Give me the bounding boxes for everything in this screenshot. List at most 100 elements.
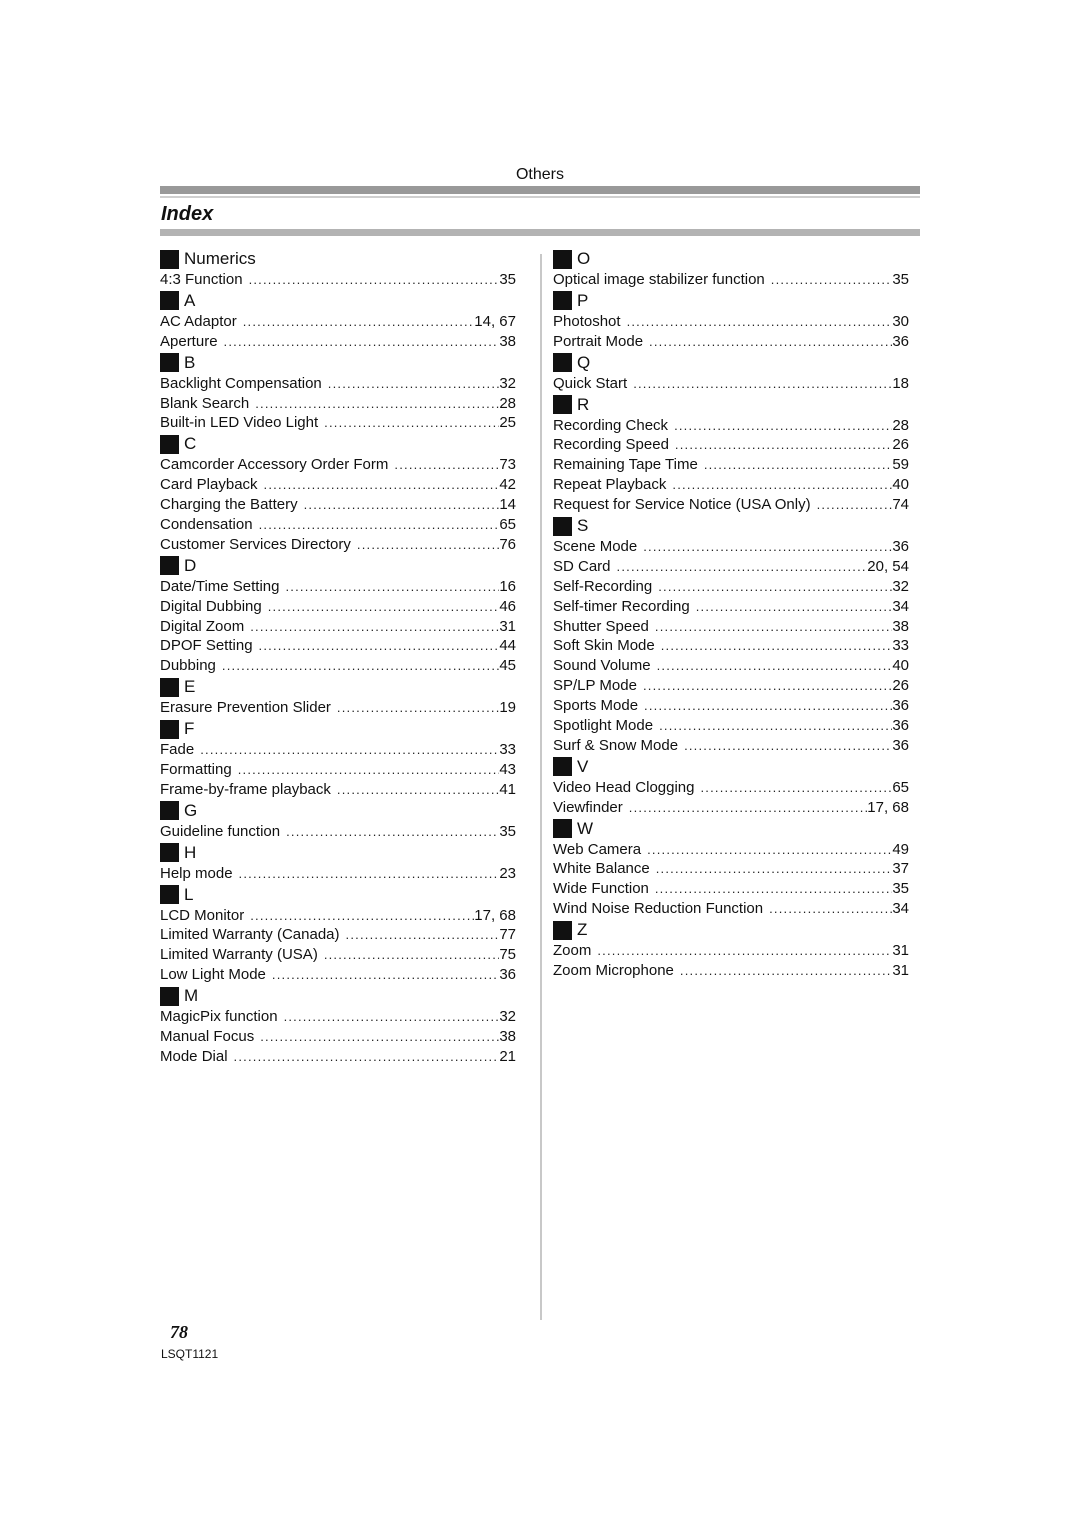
index-group-heading: Numerics bbox=[160, 248, 516, 270]
index-group-heading: M bbox=[160, 985, 516, 1007]
entry-page-ref: 65 bbox=[499, 516, 516, 534]
black-square-bullet-icon bbox=[160, 801, 179, 821]
index-entry: Limited Warranty (Canada) 77 bbox=[160, 925, 516, 945]
entry-page-ref: 44 bbox=[499, 637, 516, 655]
dot-leader bbox=[284, 1007, 500, 1027]
entry-name: Guideline function bbox=[160, 822, 281, 840]
entry-page-ref: 32 bbox=[499, 1008, 516, 1026]
index-entry: Zoom 31 bbox=[553, 941, 909, 961]
dot-leader bbox=[357, 535, 499, 555]
index-group-heading: O bbox=[553, 248, 909, 270]
index-group-heading: W bbox=[553, 818, 909, 840]
index-entry: Scene Mode 36 bbox=[553, 537, 909, 557]
black-square-bullet-icon bbox=[160, 291, 179, 311]
dot-leader bbox=[286, 577, 500, 597]
entry-name: Card Playback bbox=[160, 476, 258, 494]
entry-page-ref: 59 bbox=[892, 456, 909, 474]
entry-page-ref: 36 bbox=[499, 966, 516, 984]
dot-leader bbox=[239, 864, 500, 884]
group-letter: Z bbox=[577, 920, 588, 940]
dot-leader bbox=[680, 961, 892, 981]
black-square-bullet-icon bbox=[160, 986, 179, 1006]
document-code: LSQT1121 bbox=[161, 1347, 219, 1361]
dot-leader bbox=[627, 312, 893, 332]
entry-page-ref: 40 bbox=[892, 657, 909, 675]
entry-page-ref: 45 bbox=[499, 657, 516, 675]
group-letter: W bbox=[577, 818, 594, 838]
index-entry: LCD Monitor 17, 68 bbox=[160, 906, 516, 926]
entry-name: Request for Service Notice (USA Only) bbox=[553, 496, 811, 514]
section-label: Others bbox=[515, 166, 564, 183]
index-entry: Frame-by-frame playback 41 bbox=[160, 780, 516, 800]
black-square-bullet-icon bbox=[553, 920, 572, 940]
entry-name: Sports Mode bbox=[553, 697, 639, 715]
entry-page-ref: 43 bbox=[499, 761, 516, 779]
entry-name: DPOF Setting bbox=[160, 637, 253, 655]
entry-name: Shutter Speed bbox=[553, 617, 649, 635]
index-entry: Blank Search 28 bbox=[160, 394, 516, 414]
entry-page-ref: 21 bbox=[499, 1047, 516, 1065]
index-entry: SP/LP Mode 26 bbox=[553, 676, 909, 696]
entry-name: Backlight Compensation bbox=[160, 374, 322, 392]
entry-name: Self-timer Recording bbox=[553, 597, 690, 615]
entry-page-ref: 35 bbox=[892, 271, 909, 288]
entry-page-ref: 37 bbox=[892, 860, 909, 878]
dot-leader bbox=[769, 899, 892, 919]
entry-page-ref: 65 bbox=[892, 778, 909, 796]
index-entry: Shutter Speed 38 bbox=[553, 617, 909, 637]
entry-page-ref: 28 bbox=[892, 416, 909, 434]
black-square-bullet-icon bbox=[553, 291, 572, 311]
entry-page-ref: 35 bbox=[499, 822, 516, 840]
entry-page-ref: 36 bbox=[892, 538, 909, 556]
group-letter: O bbox=[577, 249, 591, 268]
dot-leader bbox=[597, 941, 892, 961]
index-group-heading: D bbox=[160, 555, 516, 577]
dot-leader bbox=[394, 455, 499, 475]
dot-leader bbox=[250, 617, 499, 637]
entry-name: Remaining Tape Time bbox=[553, 456, 698, 474]
index-group-heading: G bbox=[160, 800, 516, 822]
entry-page-ref: 34 bbox=[892, 597, 909, 615]
entry-name: White Balance bbox=[553, 860, 650, 878]
entry-page-ref: 40 bbox=[892, 476, 909, 494]
dot-leader bbox=[250, 906, 474, 926]
entry-page-ref: 36 bbox=[892, 736, 909, 754]
index-entry: Video Head Clogging 65 bbox=[553, 778, 909, 798]
index-group-heading: E bbox=[160, 676, 516, 698]
dot-leader bbox=[644, 696, 892, 716]
index-entry: Date/Time Setting 16 bbox=[160, 577, 516, 597]
index-group-heading: R bbox=[553, 394, 909, 416]
index-entry: Portrait Mode 36 bbox=[553, 332, 909, 352]
dot-leader bbox=[337, 698, 499, 718]
entry-name: Digital Zoom bbox=[160, 617, 245, 635]
entry-page-ref: 35 bbox=[892, 880, 909, 898]
index-group-heading: P bbox=[553, 290, 909, 312]
index-entry: Wide Function 35 bbox=[553, 879, 909, 899]
entry-name: Scene Mode bbox=[553, 538, 638, 556]
index-entry: Manual Focus 38 bbox=[160, 1027, 516, 1047]
entry-name: Fade bbox=[160, 741, 195, 759]
dot-leader bbox=[659, 716, 892, 736]
index-group-heading: Z bbox=[553, 919, 909, 941]
index-entry: Sports Mode 36 bbox=[553, 696, 909, 716]
entry-name: Wind Noise Reduction Function bbox=[553, 900, 764, 918]
entry-name: Limited Warranty (USA) bbox=[160, 946, 318, 964]
entry-name: Built-in LED Video Light bbox=[160, 414, 319, 432]
dot-leader bbox=[655, 879, 892, 899]
entry-name: MagicPix function bbox=[160, 1008, 278, 1026]
entry-name: Mode Dial bbox=[160, 1047, 228, 1065]
index-group-heading: B bbox=[160, 352, 516, 374]
entry-page-ref: 38 bbox=[499, 1028, 516, 1046]
black-square-bullet-icon bbox=[160, 556, 179, 576]
dot-leader bbox=[661, 636, 893, 656]
index-entry: Fade 33 bbox=[160, 740, 516, 760]
dot-leader bbox=[272, 965, 499, 985]
black-square-bullet-icon bbox=[160, 885, 179, 905]
index-entry: Card Playback 42 bbox=[160, 475, 516, 495]
entry-page-ref: 46 bbox=[499, 597, 516, 615]
dot-leader bbox=[696, 597, 893, 617]
black-square-bullet-icon bbox=[553, 757, 572, 777]
entry-name: SD Card bbox=[553, 557, 611, 575]
index-group-heading: H bbox=[160, 842, 516, 864]
group-letter: R bbox=[577, 394, 590, 414]
